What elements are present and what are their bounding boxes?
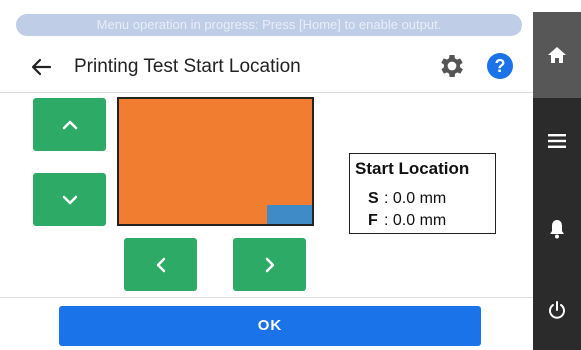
right-sidebar [533,12,581,350]
page-title: Printing Test Start Location [74,56,301,77]
f-label: F [368,212,378,229]
home-button[interactable] [533,12,581,98]
s-value: : 0.0 mm [384,190,447,207]
notifications-button[interactable] [533,199,581,259]
menu-icon [548,134,566,148]
move-left-button[interactable] [124,238,197,291]
start-position-marker [267,205,312,224]
menu-button[interactable] [533,111,581,171]
bell-icon [550,220,564,239]
chevron-left-icon [156,257,165,272]
help-button[interactable]: ? [487,53,513,79]
move-right-button[interactable] [233,238,306,291]
status-banner: Menu operation in progress: Press [Home]… [16,14,522,36]
move-up-button[interactable] [33,98,106,151]
s-label: S [368,190,379,207]
back-button[interactable] [26,52,56,82]
gear-icon [441,55,463,77]
chevron-down-icon [62,195,77,204]
settings-button[interactable] [437,51,467,81]
power-button[interactable] [533,280,581,340]
footer-divider [0,297,533,298]
media-preview [117,97,314,226]
screen: Menu operation in progress: Press [Home]… [0,0,581,350]
start-location-panel: Start Location S : 0.0 mm F : 0.0 mm [349,153,496,234]
s-value-row: S : 0.0 mm [368,190,446,208]
chevron-up-icon [62,120,77,129]
arrow-left-icon [31,58,52,76]
home-icon [548,47,566,63]
chevron-right-icon [265,257,274,272]
ok-button[interactable]: OK [59,306,481,346]
start-location-title: Start Location [355,159,470,178]
power-icon [549,301,565,319]
header-divider [0,92,533,93]
f-value: : 0.0 mm [384,212,447,229]
move-down-button[interactable] [33,173,106,226]
f-value-row: F : 0.0 mm [368,212,446,230]
